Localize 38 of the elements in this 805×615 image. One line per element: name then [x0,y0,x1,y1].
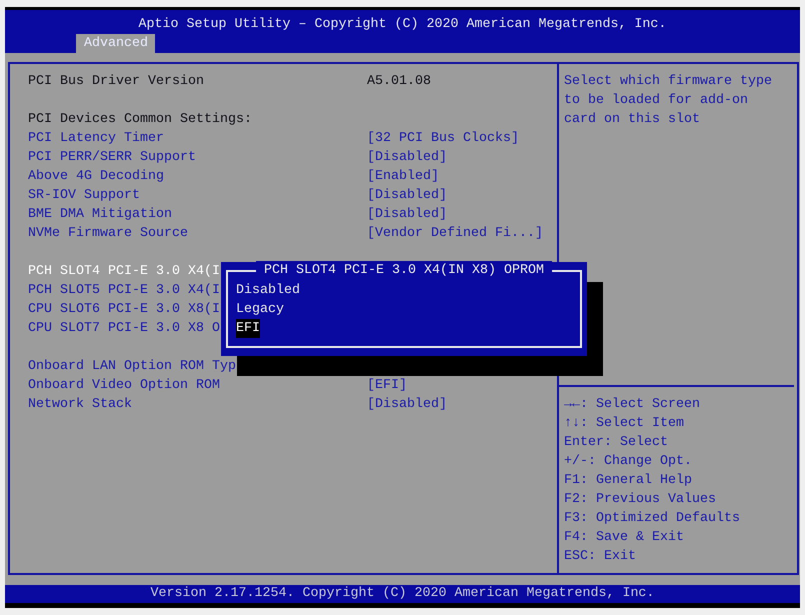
setting-label[interactable]: Onboard Video Option ROM [28,376,220,395]
info-value: A5.01.08 [367,73,431,91]
key-hint: →←: Select Screen [564,396,700,414]
setting-label[interactable]: CPU SLOT6 PCI-E 3.0 X8(I [28,300,220,319]
window-title: Aptio Setup Utility – Copyright (C) 2020 American Megatrends, Inc. [138,16,666,34]
setting-value[interactable]: [32 PCI Bus Clocks] [367,129,519,148]
menu-tab[interactable]: Advanced [76,34,155,53]
section-heading: PCI Devices Common Settings: [28,111,252,129]
key-hint: Enter: Select [564,434,668,452]
key-hint: ESC: Exit [564,548,636,566]
key-hint: ↑↓: Select Item [564,415,684,433]
version-text: Version 2.17.1254. Copyright (C) 2020 American Megatrends, Inc. [150,585,654,603]
setting-label[interactable]: NVMe Firmware Source [28,224,188,243]
setting-label[interactable]: PCI Latency Timer [28,129,164,148]
key-hint: F3: Optimized Defaults [564,510,740,528]
setting-value[interactable]: [Disabled] [367,395,447,414]
setting-value[interactable]: [Disabled] [367,205,447,224]
key-hint: F1: General Help [564,472,692,490]
setting-value[interactable]: [Enabled] [367,167,439,186]
key-hint: F2: Previous Values [564,491,716,509]
setting-value[interactable]: [Disabled] [367,148,447,167]
setting-label[interactable]: PCH SLOT4 PCI-E 3.0 X4(I [28,262,220,281]
popup-option[interactable]: EFI [236,319,260,338]
setting-label[interactable]: Network Stack [28,395,132,414]
setting-label[interactable]: BME DMA Mitigation [28,205,172,224]
key-hint: F4: Save & Exit [564,529,684,547]
setting-label[interactable]: CPU SLOT7 PCI-E 3.0 X8 O [28,319,220,338]
setting-value[interactable]: [Disabled] [367,186,447,205]
key-hint: +/-: Change Opt. [564,453,692,471]
setting-label[interactable]: Onboard LAN Option ROM Typ [28,357,236,376]
setting-label[interactable]: Above 4G Decoding [28,167,164,186]
setting-value[interactable]: [Vendor Defined Fi...] [367,224,543,243]
setting-label[interactable]: PCI PERR/SERR Support [28,148,196,167]
setting-label[interactable]: SR-IOV Support [28,186,140,205]
setting-value[interactable]: [EFI] [367,376,407,395]
info-label: PCI Bus Driver Version [28,73,204,91]
setting-label[interactable]: PCH SLOT5 PCI-E 3.0 X4(I [28,281,220,300]
help-description: Select which firmware type to be loaded for add-on card on this slot [564,73,773,129]
